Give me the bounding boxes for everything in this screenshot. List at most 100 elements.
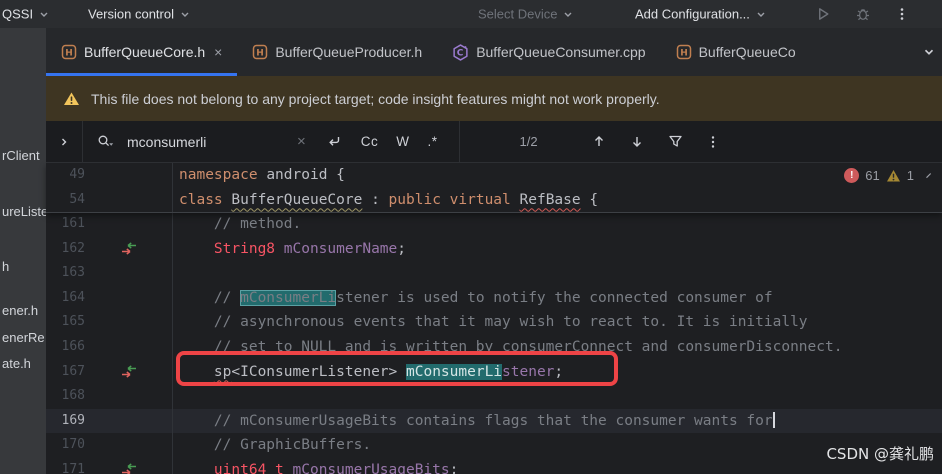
line-number: 169 <box>61 412 85 428</box>
line-number: 54 <box>69 191 85 207</box>
line-number: 170 <box>61 437 85 453</box>
debug-button[interactable] <box>855 6 871 22</box>
svg-text:H: H <box>680 49 688 59</box>
svg-text:C: C <box>457 48 464 58</box>
expand-search-button[interactable] <box>46 121 83 162</box>
gutter <box>85 310 172 335</box>
code-text: // asynchronous events that it may wish … <box>172 310 942 335</box>
sticky-lines-panel: 49 namespace android { 54 class BufferQueue… <box>46 163 942 213</box>
inspections-chevron-icon <box>924 171 934 181</box>
gutter <box>85 384 172 409</box>
tab-label: BufferQueueConsumer.cpp <box>476 44 646 60</box>
tab-bufferqueueconsumer-cpp[interactable]: C BufferQueueConsumer.cpp <box>437 28 660 76</box>
chevron-down-icon <box>562 8 574 20</box>
code-text: // method. <box>172 212 942 237</box>
error-icon: ! <box>844 168 860 183</box>
more-options-button[interactable] <box>895 6 909 22</box>
search-more-options-icon[interactable] <box>707 134 719 150</box>
version-control-label: Version control <box>88 6 174 22</box>
banner-message: This file does not belong to any project… <box>91 90 660 107</box>
line-number: 162 <box>61 240 85 256</box>
run-configuration-label: Add Configuration... <box>635 6 750 22</box>
version-control-menu[interactable]: Version control <box>88 7 191 22</box>
warning-triangle-icon <box>63 91 80 107</box>
code-line-164[interactable]: 164 // mConsumerListener is used to noti… <box>46 285 942 311</box>
annotation-box <box>176 351 618 386</box>
svg-text:H: H <box>65 49 73 59</box>
line-number: 161 <box>61 216 85 231</box>
chevron-right-icon <box>58 136 70 148</box>
device-selector-label: Select Device <box>478 6 558 22</box>
tab-bufferqueueproducer-h[interactable]: H BufferQueueProducer.h <box>237 28 437 76</box>
code-text: namespace android { <box>172 163 942 188</box>
project-tree-item[interactable]: rClient <box>2 148 40 163</box>
header-file-icon: H <box>676 44 692 60</box>
gutter <box>85 261 172 286</box>
tab-label: BufferQueueCo <box>698 44 796 60</box>
code-text <box>172 384 942 409</box>
cpp-file-icon: C <box>452 43 469 61</box>
bug-icon <box>855 6 871 22</box>
header-file-icon: H <box>61 44 77 60</box>
project-tree-item[interactable]: h <box>2 259 9 274</box>
previous-occurrence-button[interactable] <box>592 134 606 149</box>
line-number: 166 <box>61 338 85 354</box>
code-line-169[interactable]: 169 // mConsumerUsageBits contains flags… <box>46 408 942 434</box>
code-line-165[interactable]: 165 // asynchronous events that it may w… <box>46 310 942 335</box>
project-tree-item[interactable]: ate.h <box>2 356 31 371</box>
tab-list-chevron-down-icon[interactable] <box>922 45 936 59</box>
code-line-171[interactable]: 171 uint64_t mConsumerUsageBits; <box>46 457 942 474</box>
code-text: class BufferQueueCore : public virtual R… <box>172 187 942 213</box>
next-occurrence-button[interactable] <box>630 134 644 149</box>
active-tab-underline <box>46 73 238 76</box>
search-results-count: 1/2 <box>519 134 538 149</box>
tab-bufferqueueco[interactable]: H BufferQueueCo <box>661 28 809 76</box>
project-selector[interactable]: QSSI <box>2 7 50 22</box>
whole-words-toggle[interactable]: W <box>396 134 409 149</box>
code-line-162[interactable]: 162 String8 mConsumerName; <box>46 236 942 262</box>
regex-toggle[interactable]: .* <box>428 134 438 149</box>
search-icon <box>97 134 115 150</box>
close-tab-icon[interactable]: × <box>214 44 222 60</box>
new-line-icon[interactable] <box>326 134 342 149</box>
gutter <box>85 360 172 385</box>
code-line-163[interactable]: 163 <box>46 261 942 286</box>
line-number: 164 <box>61 289 85 305</box>
clear-search-icon[interactable]: × <box>297 133 306 150</box>
run-button[interactable] <box>816 7 831 22</box>
code-line-161[interactable]: 161 // method. <box>46 212 942 237</box>
line-number: 168 <box>61 388 85 404</box>
device-selector[interactable]: Select Device <box>478 7 574 22</box>
match-case-toggle[interactable]: Cc <box>361 134 379 149</box>
editor-tab-bar: H BufferQueueCore.h × H BufferQueueProducer.… <box>46 28 942 76</box>
gutter <box>85 237 172 262</box>
code-line-54[interactable]: 54 class BufferQueueCore : public virtual… <box>46 187 942 213</box>
search-match: mConsumerLi <box>240 289 337 306</box>
line-number: 163 <box>61 265 85 281</box>
chevron-down-icon <box>38 8 50 20</box>
chevron-down-icon <box>179 8 191 20</box>
project-name: QSSI <box>2 6 34 22</box>
code-line-168[interactable]: 168 <box>46 384 942 409</box>
code-text: String8 mConsumerName; <box>172 236 942 262</box>
search-input[interactable]: mconsumerli <box>127 134 287 150</box>
line-number: 167 <box>61 363 85 379</box>
inspections-widget[interactable]: ! 61 1 <box>844 168 934 183</box>
code-line-49[interactable]: 49 namespace android { <box>46 163 942 188</box>
code-line-170[interactable]: 170 // GraphicBuffers. <box>46 433 942 458</box>
line-number: 165 <box>61 314 85 330</box>
tab-bufferqueuecore-h[interactable]: H BufferQueueCore.h × <box>46 28 238 76</box>
filter-search-button[interactable] <box>668 134 683 149</box>
watermark: CSDN @龚礼鹏 <box>826 445 934 463</box>
main-toolbar: QSSI Version control Select Device Add C… <box>0 0 942 28</box>
gutter <box>85 212 172 237</box>
svg-text:H: H <box>257 49 265 59</box>
run-configuration-selector[interactable]: Add Configuration... <box>635 7 767 22</box>
gutter <box>85 433 172 458</box>
project-tree-panel: rClient ureListe h ener.h enerRe ate.h <box>0 28 46 474</box>
code-editor[interactable]: 161 // method. 162 String8 mConsumerName;… <box>46 212 942 474</box>
project-tree-item[interactable]: ureListe <box>2 204 46 219</box>
gutter <box>85 335 172 360</box>
project-tree-item[interactable]: enerRe <box>2 330 45 345</box>
project-tree-item[interactable]: ener.h <box>2 303 38 318</box>
